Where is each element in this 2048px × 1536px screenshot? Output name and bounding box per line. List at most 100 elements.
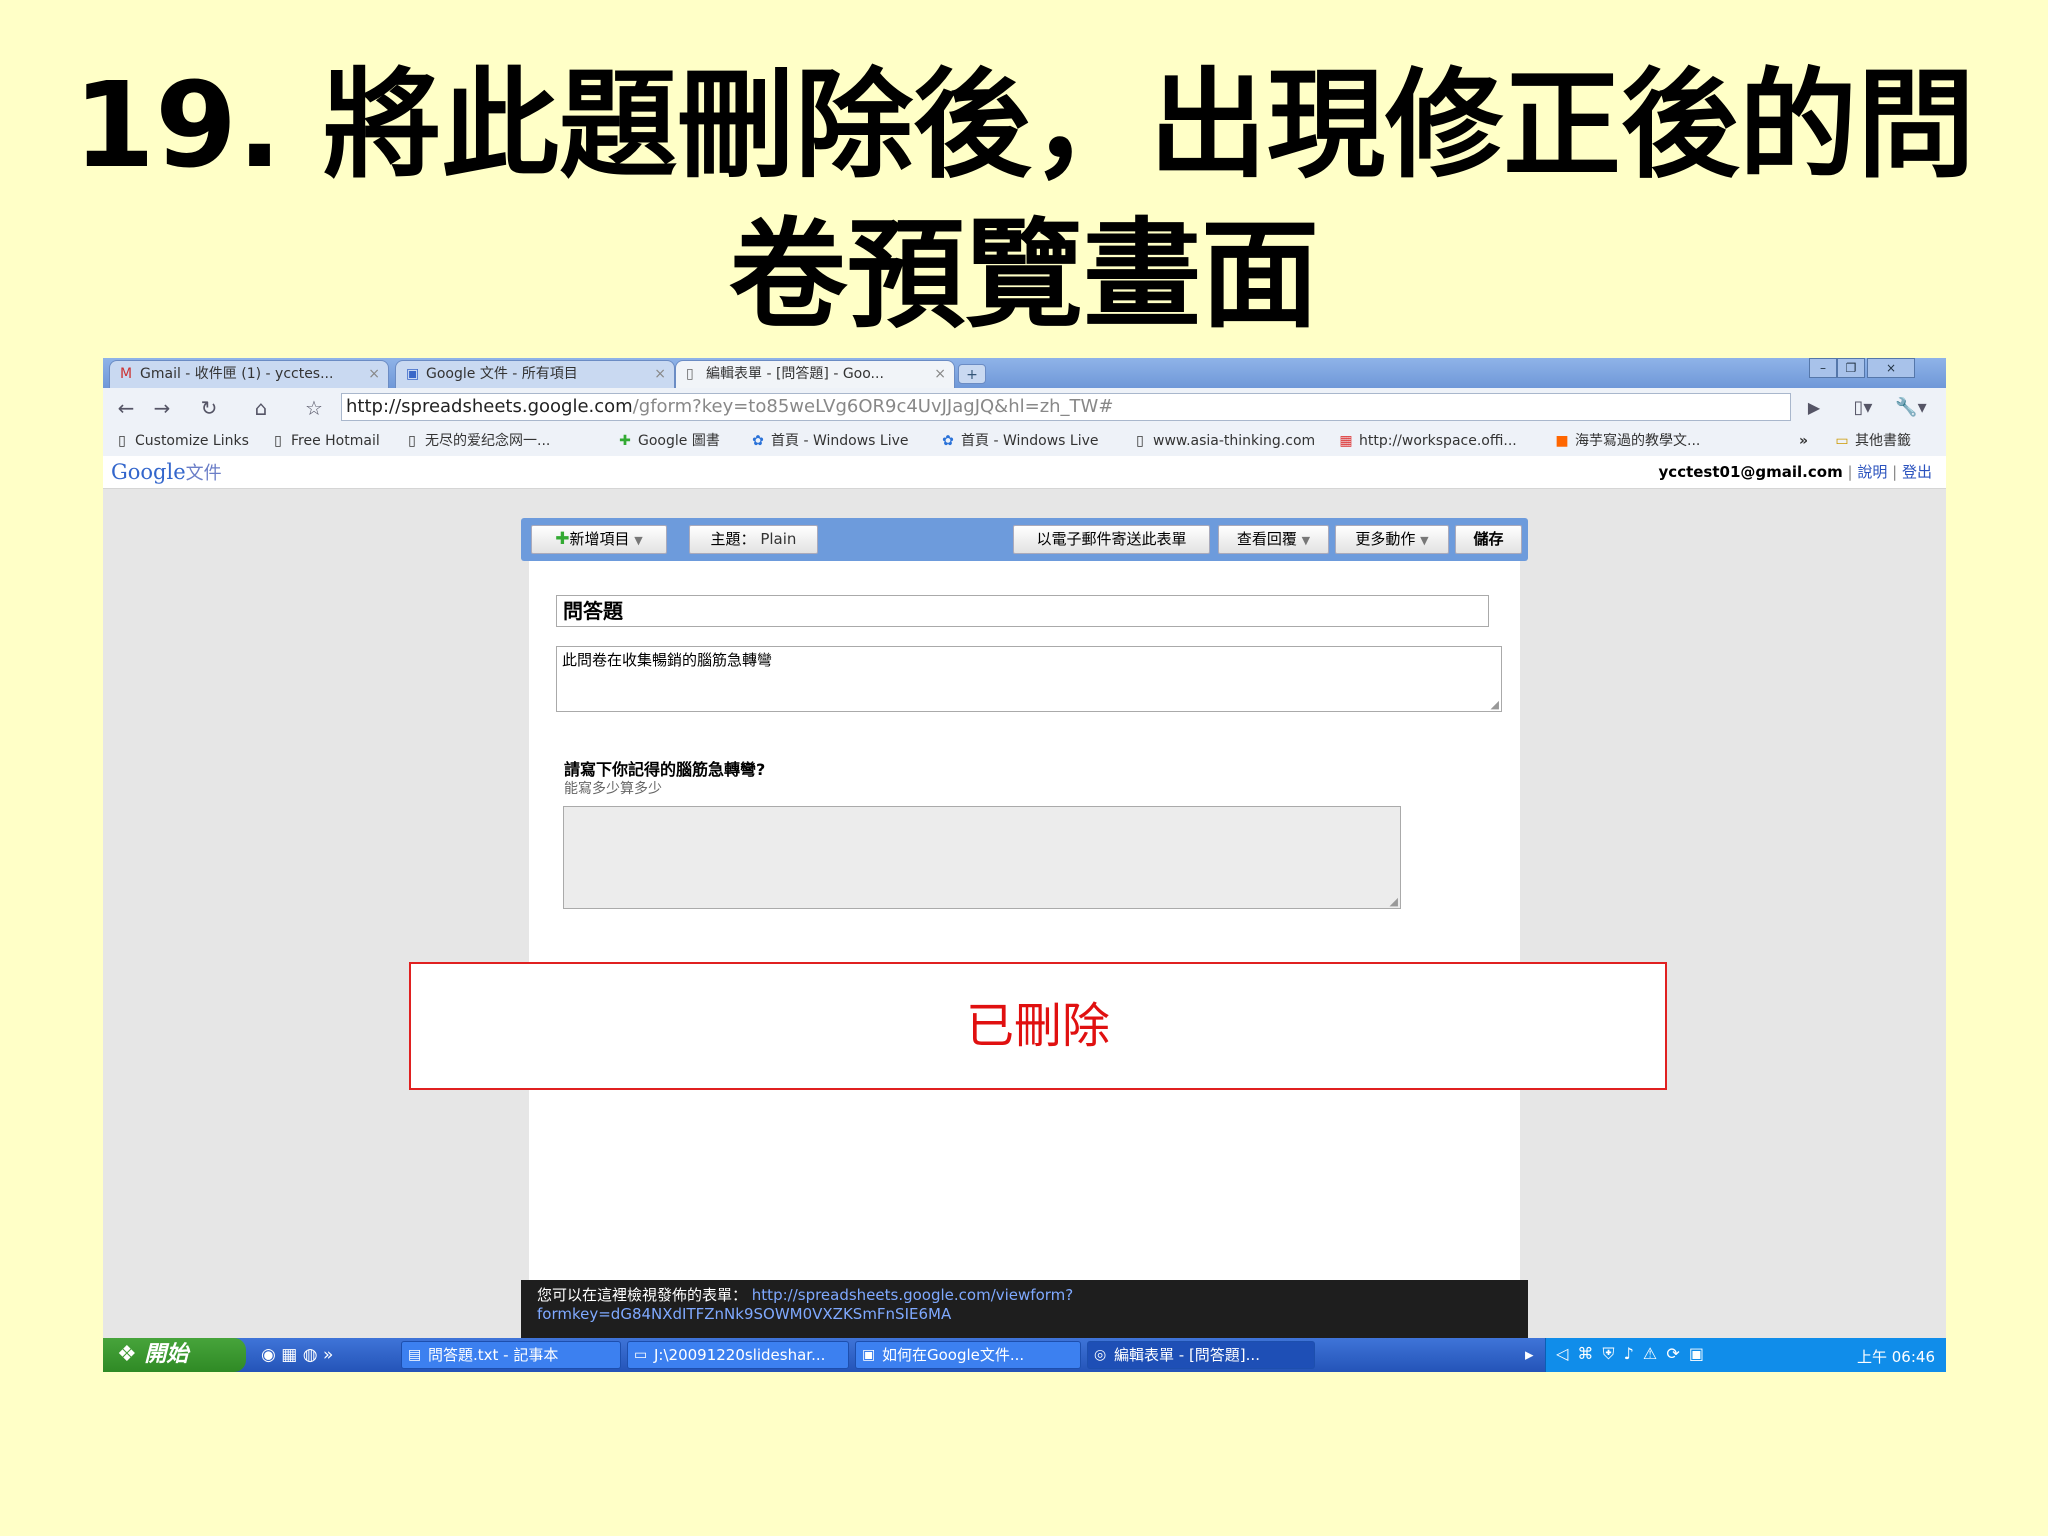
question-help-text: 能寫多少算多少 [564,781,662,797]
play-icon[interactable]: ▶ [1799,395,1829,421]
google-bar: Google文件 ycctest01@gmail.com | 說明 | 登出 [103,456,1946,489]
form-description-input[interactable]: 此問卷在收集暢銷的腦筋急轉彎 ◢ [556,646,1502,712]
bookmark-item[interactable]: ▯ Free Hotmail [271,430,380,452]
address-bar[interactable]: http://spreadsheets.google.com/gform?key… [341,393,1791,421]
bookmark-label: http://workspace.offi... [1359,433,1517,449]
bookmarks-bar: ▯ Customize Links ▯ Free Hotmail ▯ 无尽的爱纪念网一… [103,426,1946,457]
bookmark-item[interactable]: ▯ 无尽的爱纪念网一... [405,430,550,452]
form-description-text: 此問卷在收集暢銷的腦筋急轉彎 [562,651,773,669]
start-label: 開始 [144,1342,189,1367]
resize-grip-icon[interactable]: ◢ [1491,699,1499,710]
question-title: 請寫下你記得的腦筋急轉彎? [564,760,766,779]
windows-live-icon: ✿ [942,433,954,449]
office-icon: ▦ [1339,433,1353,449]
security-icon[interactable]: ⚠ [1643,1344,1659,1363]
task-label: J:\20091220slideshar... [654,1346,826,1364]
star-icon[interactable]: ☆ [299,395,329,421]
bookmark-item[interactable]: ✚ Google 圖書 [618,430,720,452]
taskbar-item-notepad[interactable]: ▤ 問答題.txt - 記事本 [401,1341,621,1369]
wrench-icon[interactable]: 🔧▾ [1889,395,1933,421]
windows-live-icon: ✿ [752,433,764,449]
bookmarks-overflow[interactable]: » [1799,430,1808,452]
tab-google-docs[interactable]: ▣ Google 文件 - 所有項目 × [395,360,675,388]
back-icon[interactable]: ← [111,395,141,421]
answer-textarea[interactable]: ◢ [563,806,1401,909]
close-window-icon[interactable]: × [1867,358,1915,378]
url-path: /gform?key=to85weLVg6OR9c4UvJJagJQ&hl=zh… [632,396,1114,417]
bookmark-item[interactable]: ✿ 首頁 - Windows Live [751,430,908,452]
published-form-link-cont[interactable]: formkey=dG84NXdITFZnNk9SOWM0VXZKSmFnSIE6… [537,1305,1512,1324]
taskbar-item-powerpoint[interactable]: ▣ 如何在Google文件... [855,1341,1081,1369]
view-responses-label: 查看回覆 [1236,530,1297,548]
add-item-label: 新增項目 [569,530,630,548]
theme-button[interactable]: 主題： Plain [689,525,818,554]
bookmark-item[interactable]: ■ 海芋寫過的教學文... [1555,430,1700,452]
published-form-link[interactable]: http://spreadsheets.google.com/viewform? [752,1286,1073,1304]
separator: | [1847,463,1853,481]
user-email: ycctest01@gmail.com [1658,463,1843,481]
plus-icon: ✚ [555,529,570,549]
bookmark-item[interactable]: ▯ Customize Links [115,430,249,452]
google-books-icon: ✚ [619,433,631,449]
overflow-icon[interactable]: » [323,1345,333,1365]
taskbar-item-folder[interactable]: ▭ J:\20091220slideshar... [627,1341,849,1369]
update-icon[interactable]: ⟳ [1666,1344,1681,1363]
deleted-notice: 已刪除 [409,962,1667,1090]
close-icon[interactable]: × [368,361,380,387]
tray-arrow-icon[interactable]: ◁ [1556,1344,1570,1363]
help-link[interactable]: 說明 [1857,463,1887,481]
bookmark-item[interactable]: ✿ 首頁 - Windows Live [941,430,1098,452]
url-host: http://spreadsheets.google.com [346,396,633,417]
bookmark-label: Google 圖書 [638,433,720,449]
tab-gmail[interactable]: M Gmail - 收件匣 (1) - ycctes... × [109,360,389,388]
other-bookmarks[interactable]: ▭ 其他書籤 [1835,430,1911,452]
page-icon: ▯ [686,366,694,382]
forward-icon[interactable]: → [147,395,177,421]
theme-value: Plain [760,530,797,548]
close-icon[interactable]: × [934,361,946,387]
google-docs-logo[interactable]: Google文件 [111,460,222,486]
media-icon[interactable]: ◉ [261,1345,276,1365]
add-item-button[interactable]: ✚新增項目 ▼ [531,525,667,554]
tab-edit-form[interactable]: ▯ 編輯表單 - [問答題] - Goo... × [675,360,955,388]
bookmark-label: Customize Links [135,433,249,449]
chevron-down-icon: ▼ [1420,534,1429,547]
language-icon[interactable]: ▸ [1525,1344,1534,1366]
minimize-icon[interactable]: – [1809,358,1837,378]
taskbar-item-chrome[interactable]: ◎ 編輯表單 - [問答題]... [1087,1341,1315,1369]
home-icon[interactable]: ⌂ [246,395,276,421]
email-form-button[interactable]: 以電子郵件寄送此表單 [1013,525,1210,554]
shield-icon[interactable]: ⛨ [1603,1344,1617,1363]
view-responses-button[interactable]: 查看回覆 ▼ [1218,525,1329,554]
signout-link[interactable]: 登出 [1902,463,1932,481]
task-label: 問答題.txt - 記事本 [428,1346,559,1364]
restore-icon[interactable]: ❐ [1837,358,1865,378]
browser-icon[interactable]: ◍ [303,1345,318,1365]
task-label: 編輯表單 - [問答題]... [1114,1346,1260,1364]
footer-text: 您可以在這裡檢視發佈的表單： [537,1286,748,1304]
start-button[interactable]: ❖ 開始 [103,1338,246,1372]
app-icon[interactable]: ▦ [281,1345,297,1365]
page-icon: ▯ [274,433,282,449]
page-menu-icon[interactable]: ▯▾ [1841,395,1885,421]
form-title-input[interactable]: 問答題 [556,595,1489,627]
gmail-icon: M [120,366,133,382]
close-icon[interactable]: × [654,361,666,387]
save-button[interactable]: 儲存 [1455,525,1522,554]
volume-icon[interactable]: ♪ [1624,1344,1636,1363]
network-icon[interactable]: ⌘ [1577,1344,1595,1363]
bookmark-label: 海芋寫過的教學文... [1575,433,1701,449]
more-actions-button[interactable]: 更多動作 ▼ [1335,525,1449,554]
reload-icon[interactable]: ↻ [194,395,224,421]
monitor-icon[interactable]: ▣ [1689,1344,1706,1363]
other-bookmarks-label: 其他書籤 [1855,433,1911,449]
bookmark-label: Free Hotmail [291,433,380,449]
new-tab-button[interactable]: + [958,364,986,384]
bookmark-item[interactable]: ▯ www.asia-thinking.com [1133,430,1315,452]
resize-grip-icon[interactable]: ◢ [1390,896,1398,907]
more-actions-label: 更多動作 [1355,530,1416,548]
tab-bar: M Gmail - 收件匣 (1) - ycctes... × ▣ Google… [103,358,1946,388]
clock: 上午 06:46 [1857,1348,1935,1366]
chevron-down-icon: ▼ [1301,534,1311,547]
bookmark-item[interactable]: ▦ http://workspace.offi... [1339,430,1517,452]
